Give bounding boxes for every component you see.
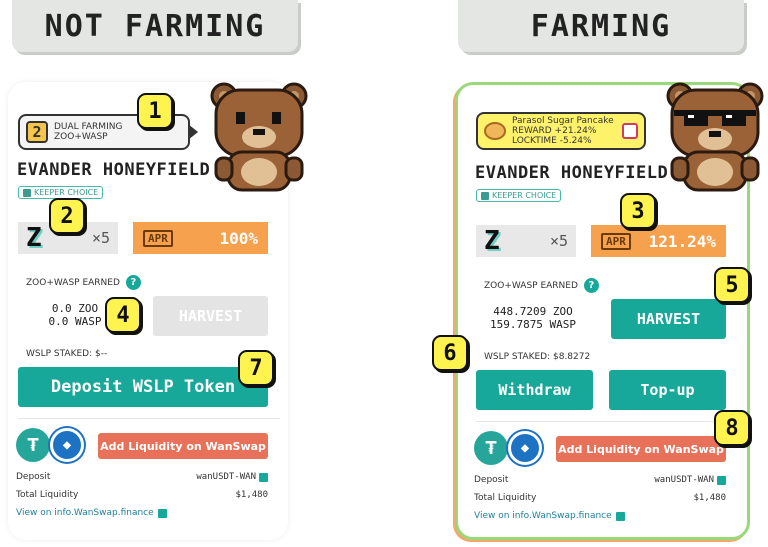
external-link-icon[interactable] <box>259 472 268 482</box>
apr-box: APR 121.24% <box>591 225 726 257</box>
divider <box>476 421 738 422</box>
apr-value: 121.24% <box>648 231 716 251</box>
pool-name: EVANDER HONEYFIELD <box>17 160 211 180</box>
marker-5: 5 <box>714 267 750 303</box>
keeper-choice-label: KEEPER CHOICE <box>492 191 557 200</box>
boost-reward: REWARD +21.24% <box>512 126 597 136</box>
view-on-wanswap-link[interactable]: View on info.WanSwap.finance <box>474 511 625 521</box>
not-farming-title: NOT FARMING <box>12 0 298 52</box>
wan-icon: ◆ <box>50 428 84 462</box>
multiplier-value: ×5 <box>549 232 568 250</box>
keeper-choice-label: KEEPER CHOICE <box>34 188 99 197</box>
external-link-icon <box>615 511 625 521</box>
bear-avatar-sunglasses <box>666 82 764 192</box>
boost-name: Parasol Sugar Pancake <box>512 116 614 126</box>
total-liquidity-label: Total Liquidity <box>474 493 537 503</box>
deposit-label: Deposit <box>474 475 509 485</box>
zoo-z-icon: Z <box>484 226 500 256</box>
wan-icon: ◆ <box>508 431 542 465</box>
deposit-wslp-button[interactable]: Deposit WSLP Token <box>18 367 268 407</box>
apr-label: APR <box>143 229 173 247</box>
wasp-earned: 159.7875 WASP <box>489 318 577 331</box>
earned-label-row: ZOO+WASP EARNED ? <box>484 278 599 293</box>
earned-label: ZOO+WASP EARNED <box>484 280 578 291</box>
zoo-z-icon: Z <box>26 223 42 253</box>
marker-2: 2 <box>49 198 85 234</box>
withdraw-button[interactable]: Withdraw <box>476 370 593 410</box>
deposit-label: Deposit <box>16 472 51 482</box>
bear-avatar <box>210 82 308 192</box>
add-liquidity-button[interactable]: Add Liquidity on WanSwap <box>98 433 268 459</box>
usdt-icon: ₮ <box>474 431 508 465</box>
marker-3: 3 <box>620 193 656 229</box>
harvest-button[interactable]: HARVEST <box>611 299 726 339</box>
deposit-value: wanUSDT-WAN <box>654 475 714 485</box>
earned-amounts: 448.7209 ZOO 159.7875 WASP <box>478 305 588 331</box>
staked-amount: WSLP STAKED: $-- <box>26 349 108 359</box>
divider <box>18 418 280 419</box>
marker-7: 7 <box>238 350 274 386</box>
marker-6: 6 <box>432 335 468 371</box>
earned-label: ZOO+WASP EARNED <box>26 277 120 288</box>
marker-4: 4 <box>105 297 141 333</box>
topup-button[interactable]: Top-up <box>609 370 726 410</box>
boost-locktime: LOCKTIME -5.24% <box>512 136 592 146</box>
total-liquidity-value: $1,480 <box>693 493 726 503</box>
total-liquidity-value: $1,480 <box>235 490 268 500</box>
view-link-label: View on info.WanSwap.finance <box>474 511 612 521</box>
check-icon <box>23 188 31 197</box>
pool-name: EVANDER HONEYFIELD <box>475 163 669 183</box>
pancake-icon <box>484 122 506 140</box>
marker-1: 1 <box>137 93 173 129</box>
deposit-value-row: wanUSDT-WAN <box>606 475 726 485</box>
apr-box: APR 100% <box>133 222 268 254</box>
deposit-value: wanUSDT-WAN <box>196 472 256 482</box>
keeper-choice-badge: KEEPER CHOICE <box>476 189 562 202</box>
external-link-icon <box>157 508 167 518</box>
usdt-icon: ₮ <box>16 428 50 462</box>
view-on-wanswap-link[interactable]: View on info.WanSwap.finance <box>16 508 167 518</box>
zoo-earned: 448.7209 ZOO <box>493 305 573 318</box>
help-icon[interactable]: ? <box>583 278 599 293</box>
dual-farming-badge-icon: 2 <box>26 121 48 143</box>
farming-title: FARMING <box>458 0 744 52</box>
check-icon <box>481 191 489 200</box>
staked-amount: WSLP STAKED: $8.8272 <box>484 352 591 362</box>
total-liquidity-label: Total Liquidity <box>16 490 79 500</box>
earned-label-row: ZOO+WASP EARNED ? <box>26 275 141 290</box>
apr-value: 100% <box>219 228 258 248</box>
multiplier-box: Z ×5 <box>476 225 576 257</box>
external-link-icon[interactable] <box>717 475 726 485</box>
add-liquidity-button[interactable]: Add Liquidity on WanSwap <box>556 436 726 462</box>
marker-8: 8 <box>714 410 750 446</box>
help-icon[interactable]: ? <box>125 275 141 290</box>
apr-label: APR <box>601 232 631 250</box>
boost-item-tooltip: Parasol Sugar Pancake REWARD +21.24% LOC… <box>476 112 646 150</box>
view-link-label: View on info.WanSwap.finance <box>16 508 154 518</box>
deposit-value-row: wanUSDT-WAN <box>148 472 268 482</box>
harvest-button-disabled[interactable]: HARVEST <box>153 296 268 336</box>
locked-seal-icon <box>622 123 638 139</box>
multiplier-value: ×5 <box>91 229 110 247</box>
dual-farming-label: DUAL FARMING <box>54 122 123 132</box>
dual-farming-tokens: ZOO+WASP <box>54 132 108 142</box>
